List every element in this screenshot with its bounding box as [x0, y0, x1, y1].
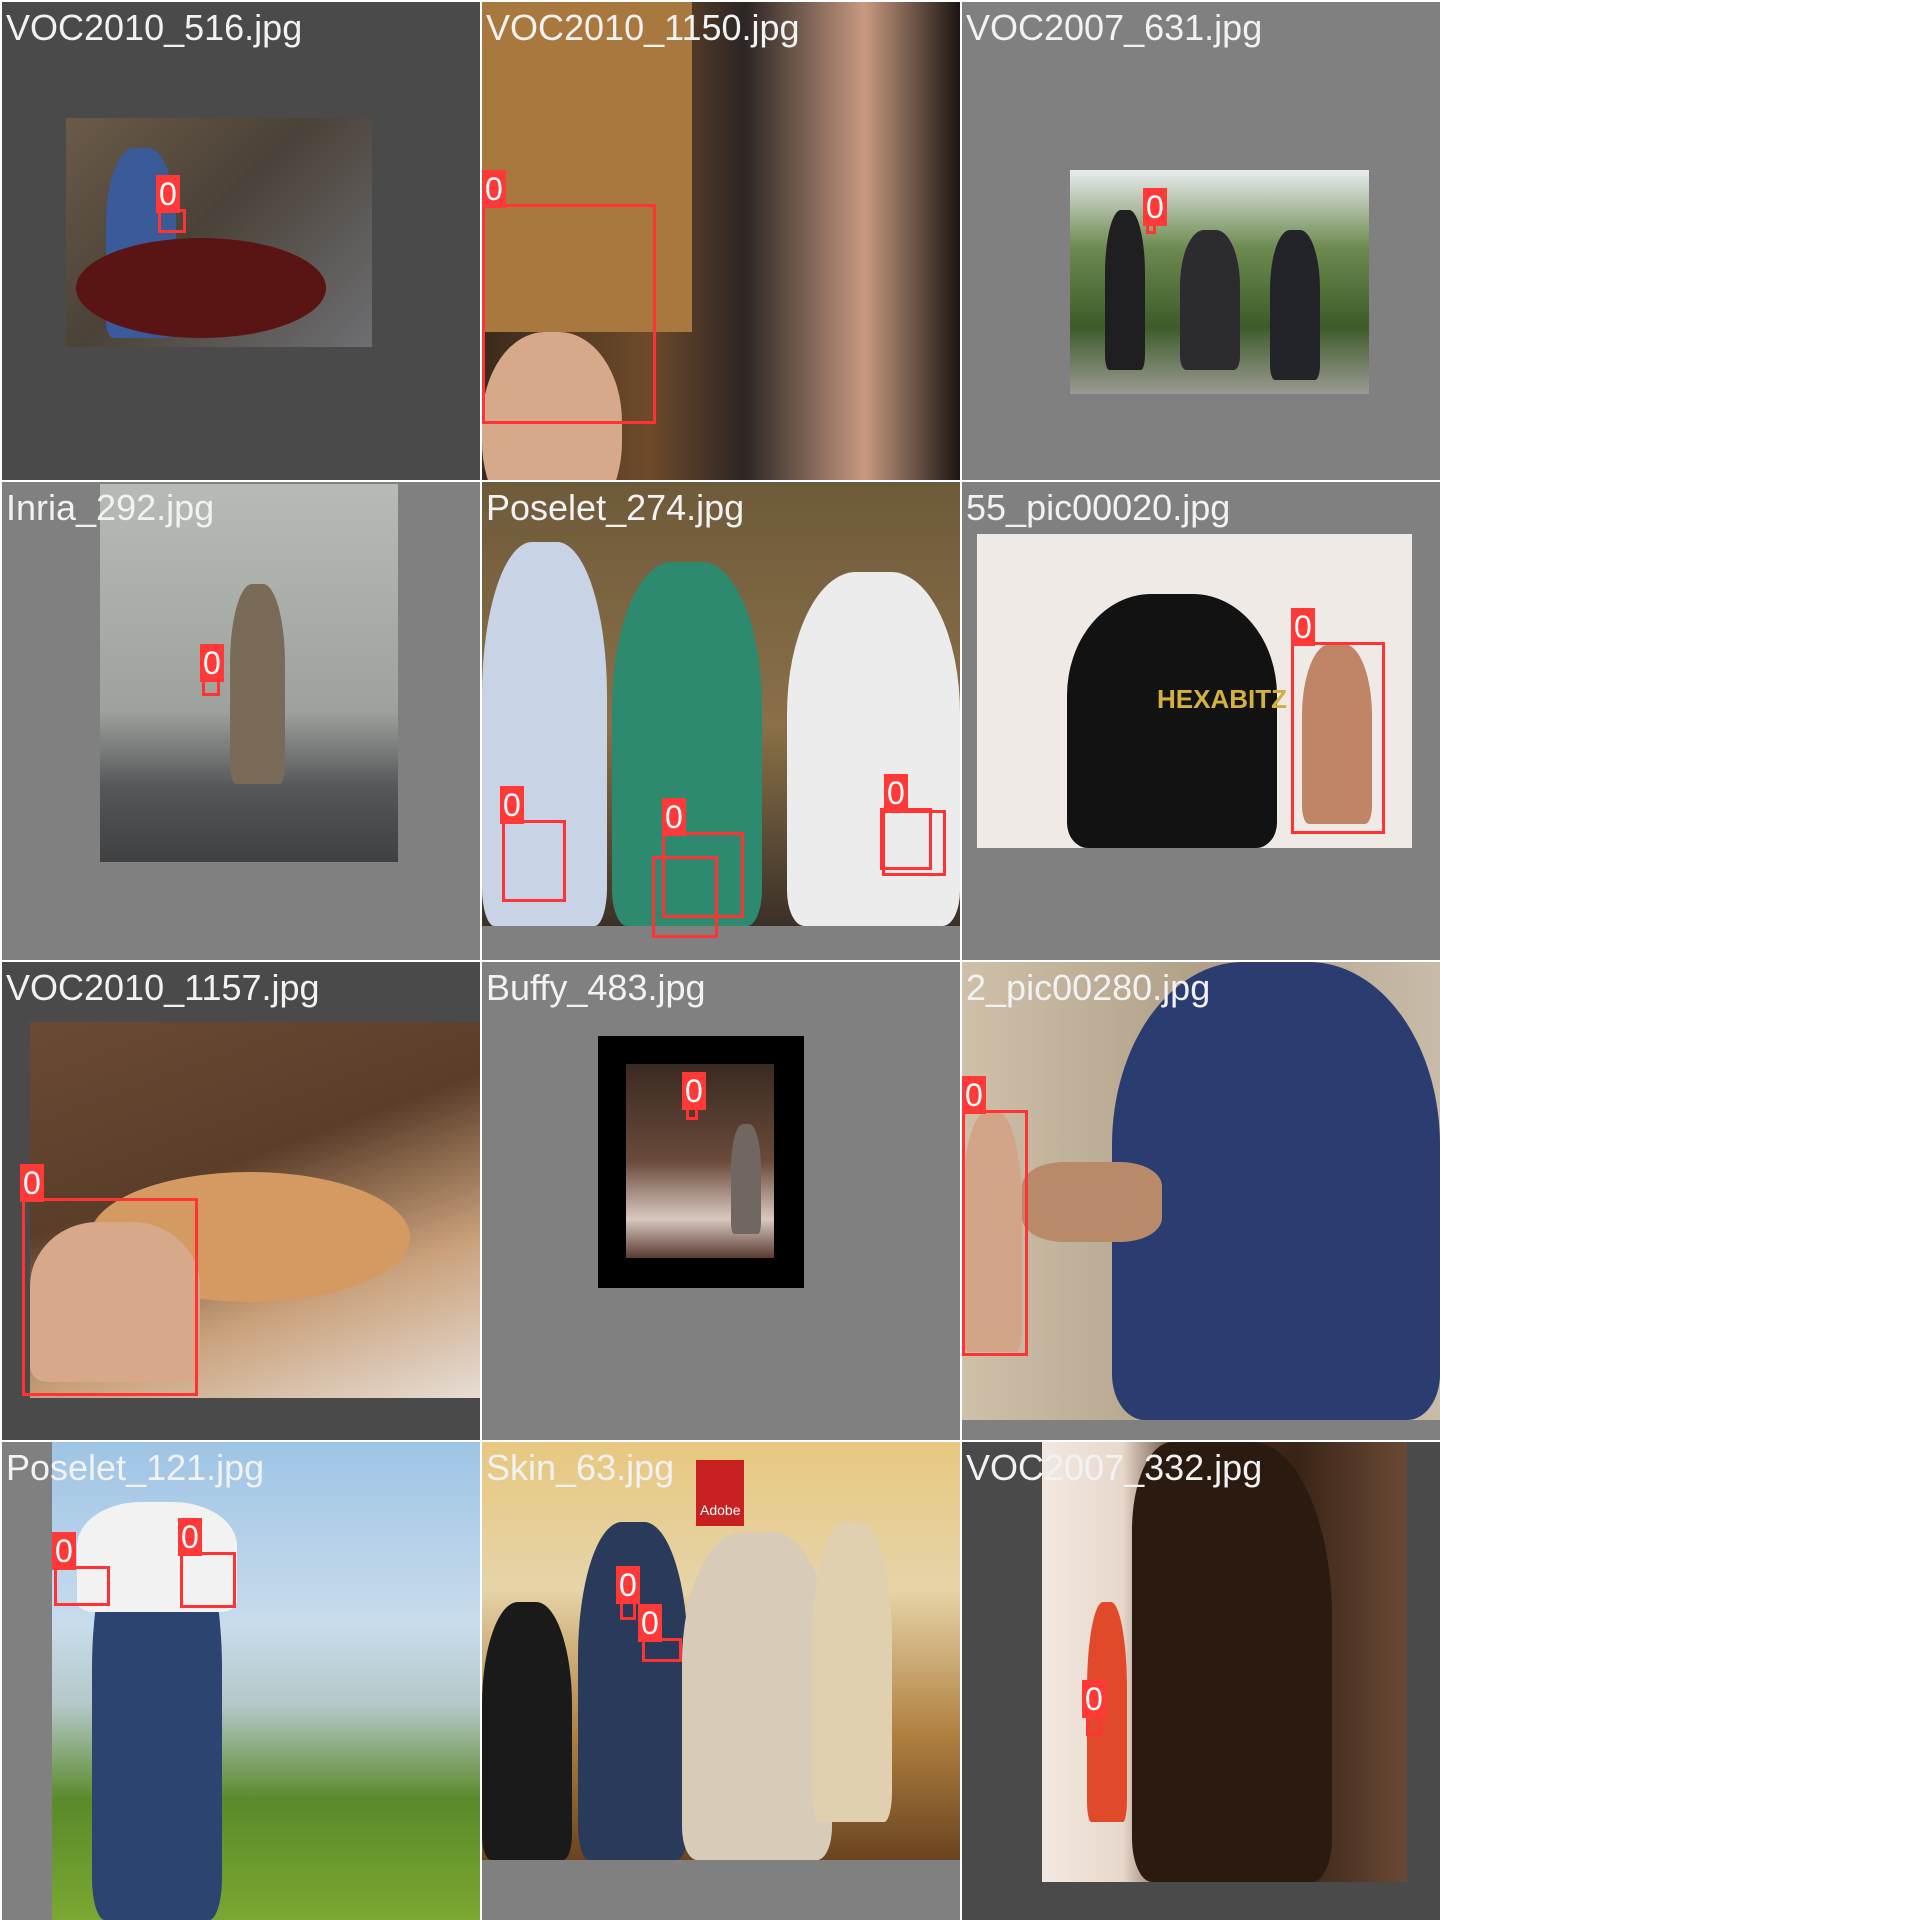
detection-box	[22, 1198, 198, 1396]
tile-voc2010-516: 0 VOC2010_516.jpg	[2, 2, 480, 480]
man-figure	[230, 584, 285, 784]
detection-label: 0	[20, 1164, 44, 1202]
man-hoodie-figure	[682, 1532, 832, 1860]
tile-voc2007-332: 0 VOC2007_332.jpg	[962, 1442, 1440, 1920]
tile-inria-292: 0 Inria_292.jpg	[2, 482, 480, 960]
detection-label: 0	[156, 175, 180, 213]
detection-label: 0	[200, 644, 224, 682]
tile-filename: 2_pic00280.jpg	[966, 967, 1211, 1008]
tile-poselet-274: 0 0 0 Poselet_274.jpg	[482, 482, 960, 960]
detection-label: 0	[682, 1072, 706, 1110]
tile-poselet-121: 0 0 Poselet_121.jpg	[2, 1442, 480, 1920]
detection-label: 0	[178, 1518, 202, 1556]
tile-filename: 55_pic00020.jpg	[966, 487, 1231, 528]
photo	[66, 118, 372, 347]
detection-box	[502, 820, 566, 902]
detection-label: 0	[1143, 188, 1167, 226]
detection-box	[880, 808, 932, 870]
tile-filename: Poselet_121.jpg	[6, 1447, 265, 1488]
tile-2-pic00280: 0 2_pic00280.jpg	[962, 962, 1440, 1440]
tile-55-pic00020: HEXABITZ 0 55_pic00020.jpg	[962, 482, 1440, 960]
shirt-text: HEXABITZ	[1157, 684, 1287, 714]
detection-label: 0	[500, 786, 524, 824]
man-right-figure	[812, 1522, 892, 1822]
horse-mane	[1132, 1442, 1332, 1882]
detection-box	[54, 1566, 110, 1606]
detection-box	[962, 1110, 1028, 1356]
rider-figure	[1105, 210, 1145, 370]
detection-label: 0	[52, 1532, 76, 1570]
photo	[962, 962, 1440, 1420]
detection-label: 0	[962, 1076, 986, 1114]
tile-voc2007-631: 0 VOC2007_631.jpg	[962, 2, 1440, 480]
person-figure	[731, 1124, 761, 1234]
tile-filename: VOC2010_516.jpg	[6, 7, 303, 48]
detection-box	[652, 856, 718, 938]
photo	[52, 1442, 480, 1920]
photo	[1042, 1442, 1407, 1882]
tile-filename: Poselet_274.jpg	[486, 487, 745, 528]
motorcycle-figure	[76, 238, 326, 338]
detection-box	[482, 204, 656, 424]
tile-voc2010-1157: 0 VOC2010_1157.jpg	[2, 962, 480, 1440]
adobe-sign-text: Adobe	[700, 1502, 741, 1518]
photo	[100, 484, 398, 862]
tile-skin-63: Adobe 0 0 Skin_63.jpg	[482, 1442, 960, 1920]
detection-box	[1291, 642, 1385, 834]
arm-figure	[1022, 1162, 1162, 1242]
tile-filename: VOC2007_332.jpg	[966, 1447, 1263, 1488]
torso-figure	[1067, 594, 1277, 848]
detection-label: 0	[638, 1604, 662, 1642]
detection-label: 0	[1082, 1680, 1106, 1718]
tile-filename: VOC2007_631.jpg	[966, 7, 1263, 48]
tile-filename: Inria_292.jpg	[6, 487, 215, 528]
tile-filename: Buffy_483.jpg	[486, 967, 706, 1008]
detection-box	[180, 1552, 236, 1608]
rider-figure	[1270, 230, 1320, 380]
tile-filename: VOC2010_1150.jpg	[486, 7, 800, 48]
tile-filename: VOC2010_1157.jpg	[6, 967, 320, 1008]
photo	[1070, 170, 1369, 394]
person-left-figure	[482, 1602, 572, 1860]
detection-label: 0	[1291, 608, 1315, 646]
detection-label: 0	[482, 170, 506, 208]
motorcycle-figure	[1180, 230, 1240, 370]
photo: Adobe	[482, 1442, 960, 1860]
detection-label: 0	[616, 1566, 640, 1604]
detection-label: 0	[884, 774, 908, 812]
tile-filename: Skin_63.jpg	[486, 1447, 675, 1488]
tile-voc2010-1150: 0 VOC2010_1150.jpg	[482, 2, 960, 480]
tile-buffy-483: 0 Buffy_483.jpg	[482, 962, 960, 1440]
detection-label: 0	[662, 798, 686, 836]
